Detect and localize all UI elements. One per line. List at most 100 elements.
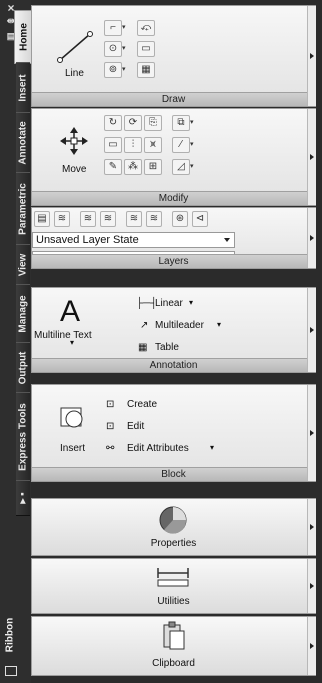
properties-icon <box>159 506 187 534</box>
tab-manage[interactable]: Manage <box>16 284 30 344</box>
layer-state-dropdown[interactable]: Unsaved Layer State <box>32 232 235 248</box>
tab-annotate[interactable]: Annotate <box>16 112 30 174</box>
block-panel: Insert ⊡ Create ⊡ Edit ⚯ Edit Attributes… <box>31 384 316 482</box>
move-button[interactable] <box>56 123 94 179</box>
fillet-dropdown[interactable]: ▾ <box>190 115 197 131</box>
properties-panel-button[interactable]: Properties <box>31 498 316 556</box>
explode-icon[interactable]: ⁂ <box>124 159 142 175</box>
edit-attributes-dropdown[interactable]: ▾ <box>210 443 214 452</box>
chevron-down-icon <box>224 238 230 242</box>
multiline-text-button[interactable] <box>32 292 124 354</box>
scale-icon[interactable]: ✎ <box>104 159 122 175</box>
multileader-label[interactable]: Multileader <box>155 320 204 331</box>
polyline-dropdown[interactable]: ▾ <box>122 20 129 36</box>
clipboard-panel-button[interactable]: Clipboard <box>31 616 316 676</box>
tab-output-label: Output <box>17 351 29 385</box>
modify-panel-title[interactable]: Modify <box>32 191 315 205</box>
clipboard-label: Clipboard <box>152 658 195 669</box>
measure-icon <box>157 568 189 587</box>
trim-icon[interactable]: ⎘ <box>144 115 162 131</box>
layers-expand-arrow[interactable] <box>307 208 316 268</box>
tab-more[interactable]: ▸ ▪ <box>16 480 30 516</box>
tab-insert-label: Insert <box>17 74 29 102</box>
clipboard-icon <box>163 621 185 650</box>
tab-parametric[interactable]: Parametric <box>16 172 30 246</box>
edit-attributes-icon: ⚯ <box>106 443 115 454</box>
block-panel-title[interactable]: Block <box>32 467 315 481</box>
polyline-icon[interactable]: ⌐ <box>104 20 122 36</box>
clipboard-expand-arrow[interactable] <box>307 617 316 675</box>
ribbon-tab-strip: × ⇹ ▤ Home Insert Annotate Parametric Vi… <box>0 0 32 683</box>
tab-manage-label: Manage <box>17 295 29 333</box>
layers-panel: ▤ ≋ ≋ ≋ ≋ ≋ ⊛ ⊲ Unsaved Layer State ♡ ☼ … <box>31 207 316 269</box>
erase-dropdown[interactable]: ▾ <box>190 159 197 175</box>
tab-output[interactable]: Output <box>16 342 30 394</box>
block-expand-arrow[interactable] <box>307 385 316 481</box>
multileader-dropdown[interactable]: ▾ <box>217 320 221 329</box>
edit-block-icon: ⊡ <box>106 421 115 432</box>
insert-button[interactable] <box>54 401 96 459</box>
tab-parametric-label: Parametric <box>17 183 29 235</box>
utilities-expand-arrow[interactable] <box>307 559 316 613</box>
circle-icon[interactable]: ⊙ <box>104 41 122 57</box>
draw-panel: Line ⌐ ▾ ⤽ ⊙ ▾ ▭ ⊚ ▾ ▦ Draw <box>31 5 316 107</box>
line-button[interactable] <box>52 24 98 80</box>
tab-express-tools[interactable]: Express Tools <box>16 392 30 482</box>
utilities-label: Utilities <box>157 596 190 607</box>
draw-panel-title[interactable]: Draw <box>32 92 315 106</box>
edit-attributes-label[interactable]: Edit Attributes <box>127 443 189 454</box>
layers-panel-title[interactable]: Layers <box>32 254 315 268</box>
array-icon[interactable]: ⊞ <box>144 159 162 175</box>
break-icon[interactable]: ⁄ <box>172 137 190 153</box>
multileader-icon: ↗ <box>140 320 149 331</box>
annotation-panel-title[interactable]: Annotation <box>32 358 315 372</box>
stretch-icon[interactable]: ▭ <box>104 137 122 153</box>
linear-dropdown[interactable]: ▾ <box>189 298 193 307</box>
tab-express-tools-label: Express Tools <box>17 403 29 471</box>
edit-label[interactable]: Edit <box>127 421 144 432</box>
properties-expand-arrow[interactable] <box>307 499 316 555</box>
layer-lock-icon[interactable]: ⊛ <box>172 211 188 227</box>
create-block-icon: ⊡ <box>106 399 115 410</box>
rotate-icon[interactable]: ↻ <box>104 115 122 131</box>
layer-iso-icon[interactable]: ≋ <box>54 211 70 227</box>
ribbon-title: Ribbon <box>4 617 16 653</box>
more-tabs-icon: ▸ ▪ <box>17 492 29 504</box>
layer-previous-icon[interactable]: ≋ <box>100 211 116 227</box>
modify-expand-arrow[interactable] <box>307 109 316 205</box>
annotation-panel: A Multiline Text ▾ ├─┤ Linear ▾ ↗ Multil… <box>31 287 316 373</box>
tab-view-label: View <box>17 253 29 277</box>
utilities-panel-button[interactable]: Utilities <box>31 558 316 614</box>
draw-expand-arrow[interactable] <box>307 6 316 106</box>
circle-dropdown[interactable]: ▾ <box>122 41 129 57</box>
tab-insert[interactable]: Insert <box>16 62 30 114</box>
layer-state-value: Unsaved Layer State <box>36 234 139 246</box>
tab-home-label: Home <box>18 23 29 51</box>
break-dropdown[interactable]: ▾ <box>190 137 197 153</box>
erase-icon[interactable]: ◿ <box>172 159 190 175</box>
table-label[interactable]: Table <box>155 342 179 353</box>
tab-view[interactable]: View <box>16 244 30 286</box>
offset-icon[interactable]: ⫶ <box>124 137 142 153</box>
modify-panel: Move ↻ ⟳ ⎘ ⧉ ▾ ▭ ⫶ ⩙ ⁄ ▾ ✎ ⁂ ⊞ ◿ ▾ Modif… <box>31 108 316 206</box>
copy-icon[interactable]: ⟳ <box>124 115 142 131</box>
annotation-expand-arrow[interactable] <box>307 288 316 372</box>
create-label[interactable]: Create <box>127 399 157 410</box>
properties-label: Properties <box>150 538 197 549</box>
rectangle-icon[interactable]: ▭ <box>137 41 155 57</box>
linear-label[interactable]: Linear <box>155 298 183 309</box>
layer-properties-icon[interactable]: ▤ <box>34 211 50 227</box>
fillet-icon[interactable]: ⧉ <box>172 115 190 131</box>
ribbon-panels: Line ⌐ ▾ ⤽ ⊙ ▾ ▭ ⊚ ▾ ▦ Draw Move ↻ ⟳ ⎘ ⧉… <box>31 0 322 683</box>
undo-arc-icon[interactable]: ⤽ <box>137 20 155 36</box>
hatch-icon[interactable]: ▦ <box>137 62 155 78</box>
arc-dropdown[interactable]: ▾ <box>122 62 129 78</box>
tab-home[interactable]: Home <box>14 10 32 64</box>
layer-off-icon[interactable]: ≋ <box>126 211 142 227</box>
arc-icon[interactable]: ⊚ <box>104 62 122 78</box>
layer-freeze-icon[interactable]: ≋ <box>146 211 162 227</box>
mirror-icon[interactable]: ⩙ <box>144 137 162 153</box>
ribbon-panel-icon[interactable] <box>5 666 17 676</box>
layer-match-icon[interactable]: ≋ <box>80 211 96 227</box>
layer-unlock-icon[interactable]: ⊲ <box>192 211 208 227</box>
